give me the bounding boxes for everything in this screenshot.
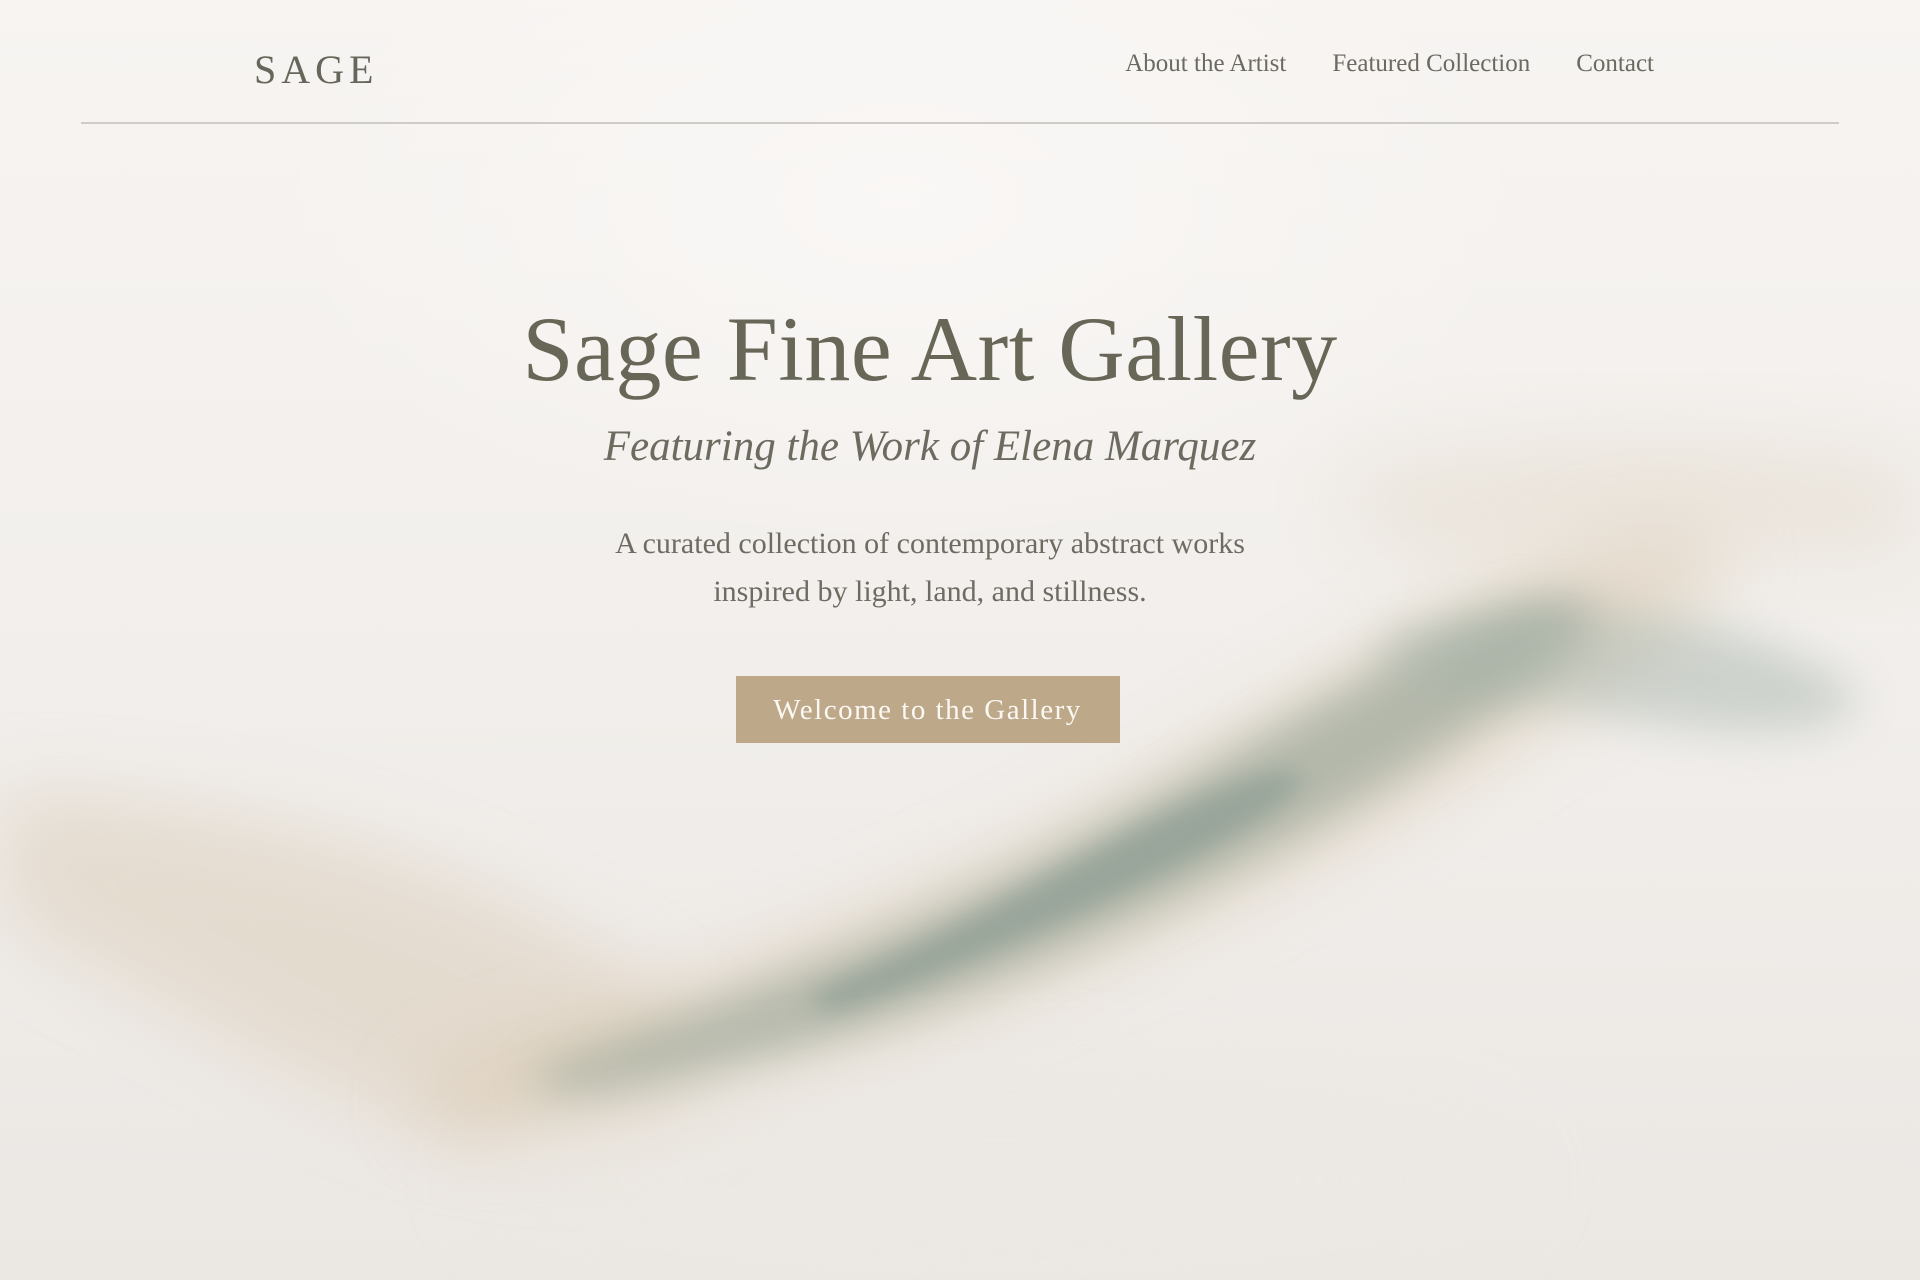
hero-subtitle: Featuring the Work of Elena Marquez — [603, 423, 1257, 470]
main-navigation: About the Artist Featured Collection Con… — [1125, 50, 1654, 78]
hero-section: Sage Fine Art Gallery Featuring the Work… — [0, 280, 1860, 743]
header-divider — [81, 122, 1839, 124]
welcome-to-gallery-button[interactable]: Welcome to the Gallery — [735, 676, 1120, 743]
hero-description: A curated collection of contemporary abs… — [530, 520, 1330, 616]
cta-container: Welcome to the Gallery — [0, 616, 1855, 743]
hero-description-line-1: A curated collection of contemporary abs… — [615, 527, 1245, 560]
brand-logo[interactable]: SAGE — [254, 46, 378, 93]
nav-link-about-the-artist[interactable]: About the Artist — [1125, 50, 1286, 78]
nav-link-contact[interactable]: Contact — [1576, 50, 1654, 78]
hero-description-line-2: inspired by light, land, and stillness. — [713, 575, 1147, 608]
site-header: SAGE About the Artist Featured Collectio… — [0, 0, 1920, 124]
page-title: Sage Fine Art Gallery — [522, 298, 1338, 400]
nav-link-featured-collection[interactable]: Featured Collection — [1332, 50, 1530, 78]
